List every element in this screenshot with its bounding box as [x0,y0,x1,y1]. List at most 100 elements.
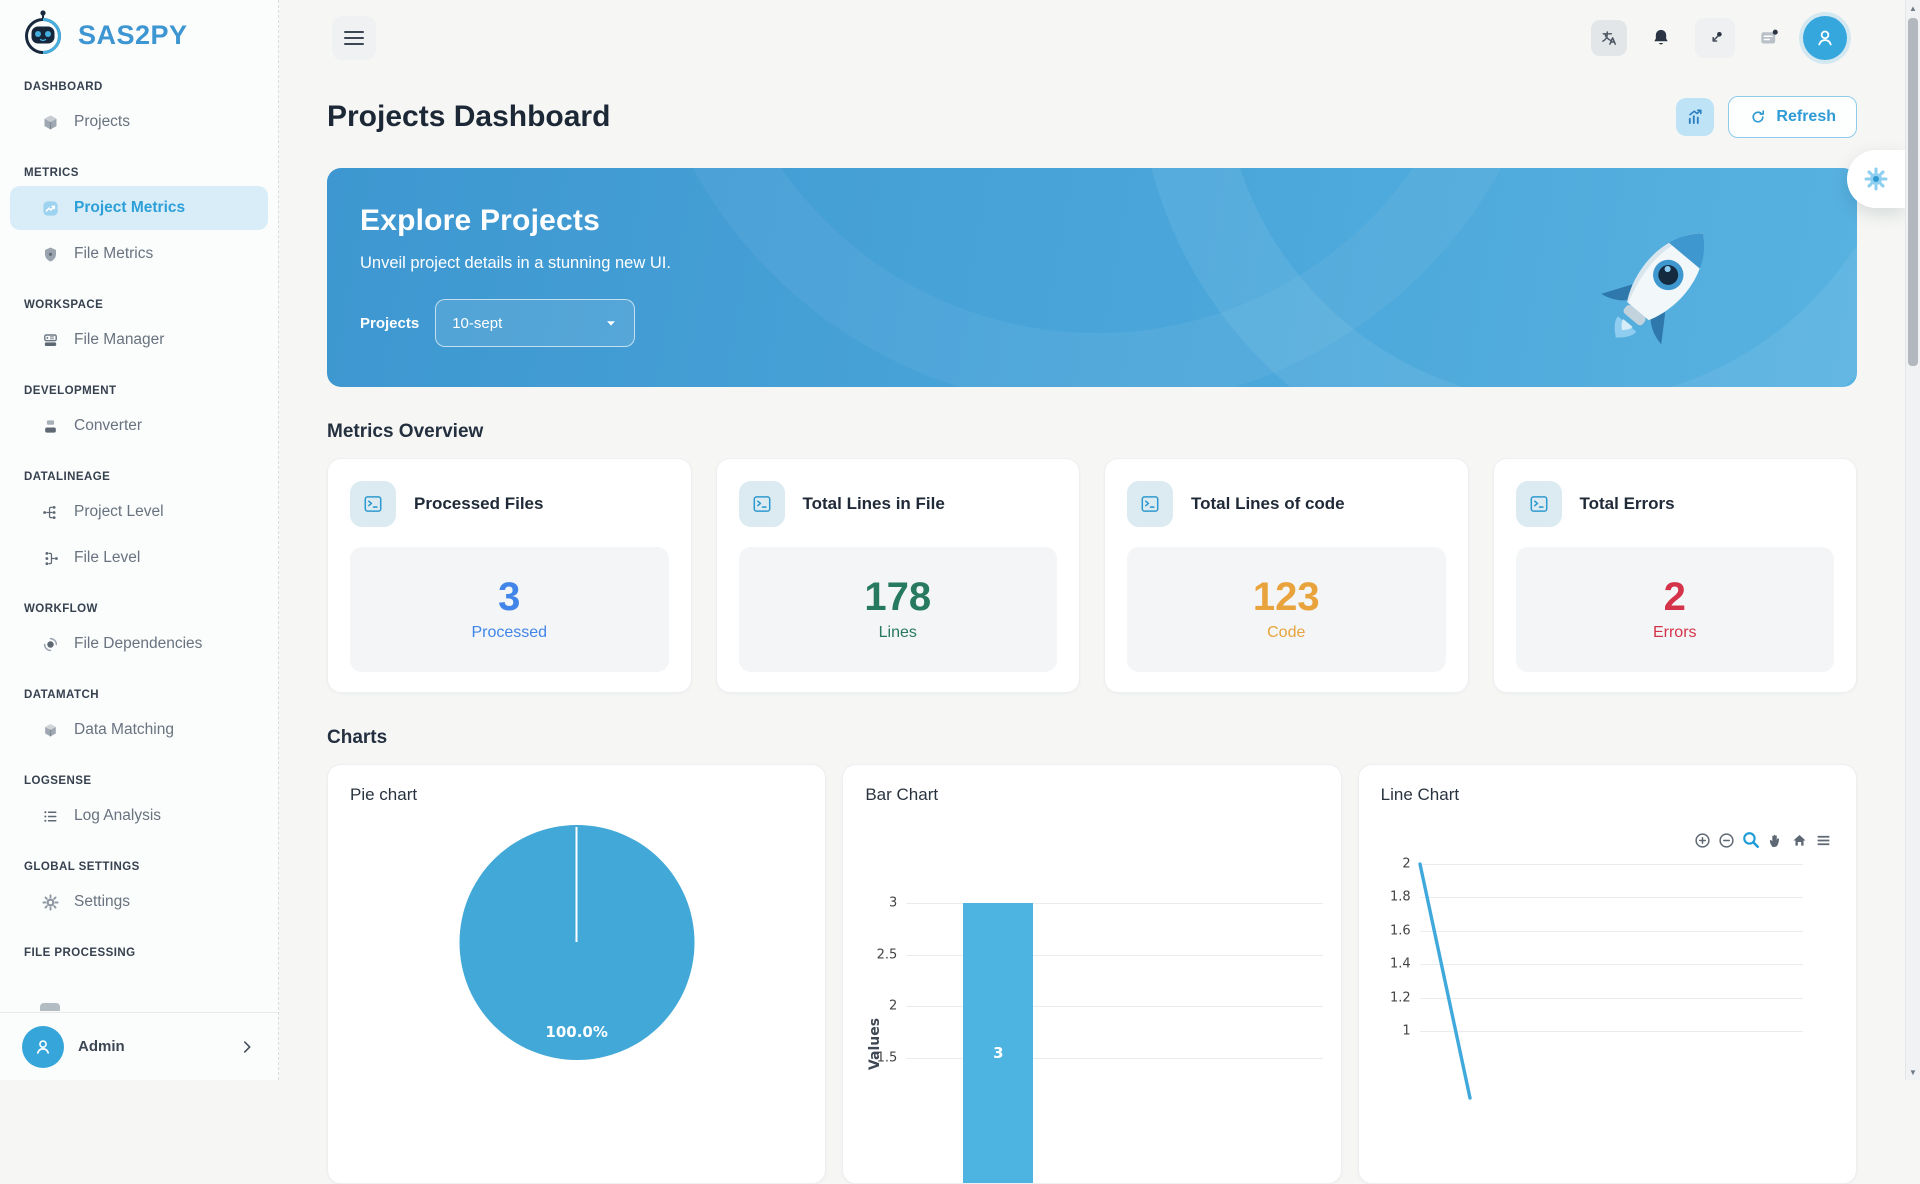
terminal-icon [1127,481,1173,527]
metric-title: Total Lines of code [1191,494,1345,514]
modebar-zoom-out-icon[interactable] [1718,832,1735,849]
y-tick-label: 2.5 [877,947,898,962]
metric-value-panel: 2 Errors [1516,547,1835,672]
scrollbar-down-arrow[interactable]: ▼ [1906,1064,1920,1080]
page-scrollbar[interactable]: ▲ ▼ [1905,0,1920,1080]
nav-section-global-settings: GLOBAL SETTINGS [24,860,254,874]
modebar-zoom-in-icon[interactable] [1694,832,1711,849]
sidebar-item-file-dependencies[interactable]: File Dependencies [10,622,268,666]
projects-select[interactable]: 10-sept [435,299,635,347]
metrics-overview-heading: Metrics Overview [327,421,1857,443]
sidebar-item-label: Settings [74,893,130,911]
sidebar-item-log-analysis[interactable]: Log Analysis [10,794,268,838]
sidebar-item-project-level[interactable]: Project Level [10,490,268,534]
profile-avatar[interactable] [1803,16,1847,60]
gear-icon [40,892,60,912]
charts-heading: Charts [327,727,1857,749]
y-tick-label: 2 [889,999,897,1014]
sidebar-item-project-metrics[interactable]: Project Metrics [10,186,268,230]
explore-projects-banner: Explore Projects Unveil project details … [327,168,1857,387]
bar-plot: 32.521.53 [906,903,1322,1184]
sidebar-item-data-matching[interactable]: Data Matching [10,708,268,752]
y-tick-label: 1.8 [1390,890,1411,905]
modebar-home-icon[interactable] [1791,832,1808,849]
pie-chart-title: Pie chart [350,785,803,805]
list-icon [40,806,60,826]
chart-cards-row: Pie chart 100.0% Bar Chart Values 32.521… [327,764,1857,1184]
sidebar-item-settings[interactable]: Settings [10,880,268,924]
sidebar-item-label: File Metrics [74,245,153,263]
refresh-button[interactable]: Refresh [1728,96,1857,138]
bar-value-label: 3 [993,1044,1003,1062]
metric-value: 123 [1253,577,1320,617]
metric-value: 178 [864,577,931,617]
y-tick-label: 3 [889,896,897,911]
drive-icon [40,330,60,350]
user-avatar [22,1026,64,1068]
radar-icon [40,634,60,654]
sidebar-item-file-metrics[interactable]: File Metrics [10,232,268,276]
metric-title: Total Errors [1580,494,1675,514]
y-tick-label: 1.4 [1390,957,1411,972]
terminal-icon [350,481,396,527]
converter-icon [40,416,60,436]
sidebar-item-label: File Level [74,549,140,567]
translate-icon[interactable] [1591,20,1627,56]
sidebar-item-label: Converter [74,417,142,435]
sidebar-item-converter[interactable]: Converter [10,404,268,448]
modebar-menu-icon[interactable] [1815,832,1832,849]
y-tick-label: 2 [1402,857,1410,872]
metrics-chart-icon [40,198,60,218]
metric-card-total-lines-of-code: Total Lines of code 123 Code [1104,458,1469,693]
y-tick-label: 1.2 [1390,990,1411,1005]
scrollbar-thumb[interactable] [1908,18,1918,366]
messages-icon[interactable] [1751,20,1787,56]
app-logo[interactable]: SAS2PY [0,0,278,58]
bar-chart-title: Bar Chart [865,785,1318,805]
terminal-icon [1516,481,1562,527]
line-chart-title: Line Chart [1381,785,1834,805]
nav-section-datamatch: DATAMATCH [24,688,254,702]
sidebar-item-label: Project Metrics [74,199,185,217]
topbar [327,16,1857,60]
metric-card-total-errors: Total Errors 2 Errors [1493,458,1858,693]
sidebar-item-file-manager[interactable]: File Manager [10,318,268,362]
metric-title: Processed Files [414,494,543,514]
metric-value-panel: 123 Code [1127,547,1446,672]
pie-slice-divider [576,827,578,942]
metric-unit: Code [1267,624,1305,642]
y-tick-label: 1 [1402,1024,1410,1039]
gridline: 1.2 [1420,998,1803,999]
scrollbar-up-arrow[interactable]: ▲ [1906,0,1920,16]
sidebar: SAS2PY DASHBOARD Projects METRICS Projec… [0,0,279,1080]
sidebar-item-projects[interactable]: Projects [10,100,268,144]
projects-select-label: Projects [360,315,419,332]
sidebar-item-file-level[interactable]: File Level [10,536,268,580]
projects-select-value: 10-sept [452,315,502,332]
collapse-arrow-icon[interactable] [1695,18,1735,58]
refresh-label: Refresh [1776,108,1836,126]
metric-value-panel: 178 Lines [739,547,1058,672]
hamburger-menu-button[interactable] [332,16,376,60]
y-tick-label: 1.5 [877,1050,898,1065]
sidebar-footer[interactable]: Admin [0,1012,278,1080]
chart-shortcut-button[interactable] [1676,98,1714,136]
chevron-right-icon[interactable] [238,1038,256,1056]
modebar-pan-icon[interactable] [1767,832,1784,849]
theme-settings-floating-button[interactable] [1847,150,1905,208]
metric-value: 3 [498,577,520,617]
notifications-bell-icon[interactable] [1643,20,1679,56]
nav-section-development: DEVELOPMENT [24,384,254,398]
metric-value: 2 [1664,577,1686,617]
line-chart-card: Line Chart 21.81.61.41.21 [1358,764,1857,1184]
metric-unit: Processed [471,624,547,642]
bar[interactable]: 3 [963,903,1033,1184]
branch-right-icon [40,502,60,522]
nav-section-dashboard: DASHBOARD [24,80,254,94]
gridline: 1.8 [1420,897,1803,898]
metric-card-processed-files: Processed Files 3 Processed [327,458,692,693]
modebar-box-zoom-icon[interactable] [1742,831,1760,849]
sidebar-item-label: Data Matching [74,721,174,739]
nav-section-metrics: METRICS [24,166,254,180]
robot-logo-icon [20,9,66,62]
